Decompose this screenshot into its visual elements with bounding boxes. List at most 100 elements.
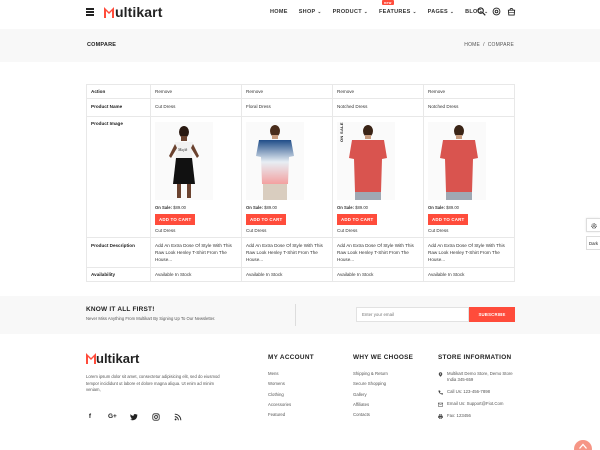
product-name[interactable]: Notched Dress: [423, 98, 515, 117]
product-name[interactable]: Floral Dress: [241, 98, 333, 117]
product-image-cell: On Sale: $89.00 ADD TO CART Cut Dress: [241, 116, 333, 238]
product-name[interactable]: Notched Dress: [332, 98, 424, 117]
store-info-item: Fax: 123456: [438, 413, 523, 419]
site-header: ultikart HOME SHOP ⌄ PRODUCT ⌄ new FEATURES…: [0, 0, 600, 28]
footer-link[interactable]: Featured: [268, 412, 314, 422]
sale-label: On Sale:: [337, 205, 354, 210]
google-plus-icon[interactable]: G+: [108, 413, 117, 421]
product-image-man-ombre-polo[interactable]: [246, 122, 304, 200]
chevron-down-icon: ⌄: [363, 9, 368, 14]
store-info-item: Multikart Demo Store, Demo Store India 3…: [438, 371, 523, 383]
svg-text:Majik: Majik: [177, 147, 188, 152]
product-subname: Cut Dress: [155, 228, 176, 233]
table-row: Product Description Add An Extra Dose Of…: [86, 237, 515, 268]
footer-link[interactable]: Shipping & Return: [353, 371, 413, 381]
breadcrumb: HOME / COMPARE: [464, 42, 514, 48]
footer-link[interactable]: Clothing: [268, 392, 314, 402]
remove-link[interactable]: Remove: [332, 84, 424, 99]
sale-label: On Sale:: [155, 205, 172, 210]
remove-link[interactable]: Remove: [423, 84, 515, 99]
cart-icon[interactable]: [507, 7, 516, 16]
theme-settings-button[interactable]: [586, 218, 600, 232]
nav-home[interactable]: HOME: [270, 9, 288, 15]
table-row: Product Image Majik On Sale: $89.00 ADD …: [86, 116, 515, 238]
chevron-down-icon: ⌄: [317, 9, 322, 14]
footer-logo-text: ultikart: [96, 351, 140, 366]
store-info-item: Call Us: 123-456-7898: [438, 389, 523, 395]
product-image-cell: On Sale: $89.00 ADD TO CART Cut Dress: [423, 116, 515, 238]
newsletter-subtitle: Never Miss Anything From Multikart By Si…: [86, 316, 216, 321]
footer-link[interactable]: Contacts: [353, 412, 413, 422]
availability-status: Available In Stock: [241, 267, 333, 282]
rss-icon[interactable]: [174, 413, 182, 421]
logo-text: ultikart: [115, 4, 163, 20]
product-image-man-red-henley[interactable]: ON SALE: [337, 122, 395, 200]
product-subname: Cut Dress: [246, 228, 267, 233]
product-image-woman-black-dress[interactable]: Majik: [155, 122, 213, 200]
price: $89.00: [446, 205, 459, 210]
footer-link[interactable]: Affiliates: [353, 402, 413, 412]
settings-icon[interactable]: [492, 7, 501, 16]
footer-col-title: MY ACCOUNT: [268, 354, 314, 361]
nav-features[interactable]: new FEATURES ⌄: [379, 0, 417, 15]
phone-icon: [438, 390, 443, 395]
product-description: Add An Extra Dose Of Style With This Raw…: [241, 237, 333, 268]
social-links: f G+: [86, 413, 196, 421]
footer-logo[interactable]: ultikart: [86, 351, 139, 366]
nav-product[interactable]: PRODUCT ⌄: [333, 9, 368, 15]
price-line: On Sale: $89.00: [428, 205, 510, 210]
instagram-icon[interactable]: [152, 413, 160, 421]
email-input[interactable]: [356, 307, 469, 322]
facebook-icon[interactable]: f: [86, 413, 94, 421]
menu-icon[interactable]: [86, 8, 94, 16]
store-fax: Fax: 123456: [447, 413, 471, 418]
footer-link[interactable]: Mens: [268, 371, 314, 381]
table-row: Availability Available In Stock Availabl…: [86, 267, 515, 282]
back-to-top-button[interactable]: [574, 440, 592, 450]
footer-link[interactable]: Accessories: [268, 402, 314, 412]
header-icons: [477, 7, 522, 16]
table-row: Product Name Cut Dress Floral Dress Notc…: [86, 98, 515, 117]
chevron-down-icon: ⌄: [412, 9, 417, 14]
product-image-man-red-henley[interactable]: [428, 122, 486, 200]
product-image-cell: ON SALE On Sale: $89.00 ADD TO CART Cut …: [332, 116, 424, 238]
add-to-cart-button[interactable]: ADD TO CART: [428, 214, 469, 225]
sale-label: On Sale:: [246, 205, 263, 210]
nav-home-label: HOME: [270, 9, 288, 15]
add-to-cart-button[interactable]: ADD TO CART: [246, 214, 287, 225]
nav-product-label: PRODUCT: [332, 9, 362, 15]
map-marker-icon: [438, 371, 443, 377]
add-to-cart-button[interactable]: ADD TO CART: [337, 214, 378, 225]
price: $89.00: [355, 205, 368, 210]
product-name[interactable]: Cut Dress: [150, 98, 242, 117]
row-label: Action: [86, 84, 151, 99]
twitter-icon[interactable]: [130, 413, 138, 421]
store-email[interactable]: Email Us: Support@Fiot.Com: [447, 401, 503, 407]
footer-col-store-information: STORE INFORMATION Multikart Demo Store, …: [438, 354, 523, 425]
dark-mode-toggle[interactable]: Dark: [586, 236, 600, 250]
subscribe-button[interactable]: SUBSCRIBE: [469, 307, 515, 322]
main-nav: HOME SHOP ⌄ PRODUCT ⌄ new FEATURES ⌄ PAGES ⌄ …: [270, 0, 499, 15]
row-label: Product Description: [86, 237, 151, 268]
breadcrumb-separator: /: [483, 42, 485, 48]
table-row: Action Remove Remove Remove Remove: [86, 84, 515, 99]
add-to-cart-button[interactable]: ADD TO CART: [155, 214, 196, 225]
nav-shop[interactable]: SHOP ⌄: [299, 9, 322, 15]
product-description: Add An Extra Dose Of Style With This Raw…: [332, 237, 424, 268]
price: $89.00: [264, 205, 277, 210]
store-phone: Call Us: 123-456-7898: [447, 389, 490, 394]
page-title: COMPARE: [87, 42, 117, 48]
nav-pages[interactable]: PAGES ⌄: [428, 9, 454, 15]
remove-link[interactable]: Remove: [241, 84, 333, 99]
search-icon[interactable]: [477, 7, 486, 16]
chevron-down-icon: ⌄: [450, 9, 455, 14]
footer-link[interactable]: Gallery: [353, 392, 413, 402]
gear-icon: [591, 223, 597, 229]
breadcrumb-home-link[interactable]: HOME: [464, 42, 480, 48]
site-logo[interactable]: ultikart: [104, 4, 162, 20]
footer-link[interactable]: Secure Shopping: [353, 381, 413, 391]
footer-link[interactable]: Womens: [268, 381, 314, 391]
row-label: Availability: [86, 267, 151, 282]
remove-link[interactable]: Remove: [150, 84, 242, 99]
sale-label: On Sale:: [428, 205, 445, 210]
